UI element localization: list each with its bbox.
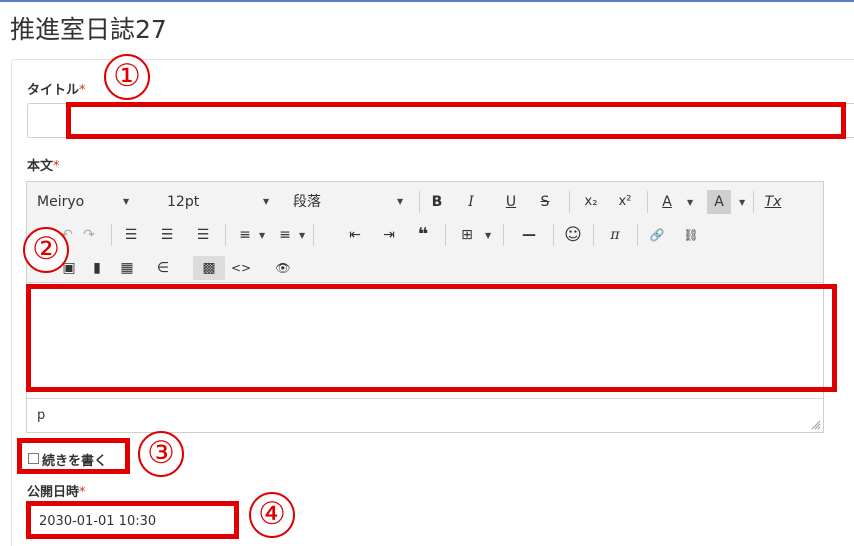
chevron-down-icon: ▼	[739, 198, 746, 207]
toolbar-separator	[647, 191, 648, 213]
superscript-button[interactable]: x²	[613, 190, 637, 214]
align-right-icon[interactable]: ☰	[191, 223, 215, 247]
toolbar-separator	[593, 224, 594, 246]
font-family-select[interactable]: Meiryo ▼	[37, 190, 137, 214]
align-center-icon[interactable]: ☰	[155, 223, 179, 247]
numbered-list-icon[interactable]: ≡	[273, 223, 297, 247]
block-format-select[interactable]: 段落 ▼	[293, 190, 413, 214]
attachment-icon[interactable]: ∈	[151, 256, 175, 280]
horizontal-rule-icon[interactable]: —	[517, 223, 541, 247]
subscript-button[interactable]: x₂	[579, 190, 603, 214]
chevron-down-icon: ▼	[123, 197, 130, 206]
chevron-down-icon: ▼	[299, 231, 306, 240]
strikethrough-button[interactable]: S	[533, 190, 557, 214]
resize-handle-icon[interactable]	[811, 420, 821, 430]
annotation-number-2: ②	[23, 227, 69, 273]
highlight-box-body	[26, 284, 837, 392]
redo-icon[interactable]: ↷	[77, 223, 101, 247]
toolbar-separator	[445, 224, 446, 246]
editor-status-bar: p	[27, 398, 823, 432]
chevron-down-icon: ▼	[485, 231, 492, 240]
highlight-box-title	[66, 102, 846, 139]
link-icon[interactable]: 🔗	[645, 223, 669, 247]
highlight-box-date	[26, 501, 239, 539]
indent-icon[interactable]: ⇥	[377, 223, 401, 247]
preview-icon[interactable]: 👁	[271, 256, 295, 280]
element-path[interactable]: p	[37, 408, 45, 423]
required-mark: *	[79, 83, 86, 98]
font-family-value: Meiryo	[37, 194, 85, 210]
required-mark: *	[79, 485, 86, 500]
block-format-value: 段落	[293, 194, 321, 210]
emoticon-icon[interactable]: ☺	[561, 223, 585, 247]
math-icon[interactable]: π	[603, 223, 627, 247]
font-size-select[interactable]: 12pt ▼	[167, 190, 277, 214]
publish-date-label-text: 公開日時	[27, 485, 80, 500]
bold-button[interactable]: B	[425, 190, 449, 214]
annotation-number-1: ①	[104, 54, 150, 100]
underline-button[interactable]: U	[499, 190, 523, 214]
body-label-text: 本文	[27, 159, 54, 174]
toolbar-separator	[313, 224, 314, 246]
blockquote-icon[interactable]: ❝	[411, 223, 435, 247]
annotation-number-4: ④	[249, 492, 295, 538]
body-label: 本文*	[27, 155, 60, 174]
highlight-box-continue	[17, 438, 130, 474]
clear-format-button[interactable]: Tx	[761, 190, 785, 214]
font-size-value: 12pt	[167, 194, 200, 210]
toolbar-separator	[753, 191, 754, 213]
text-color-button[interactable]: A	[655, 190, 679, 214]
page-title: 推進室日誌27	[10, 15, 167, 44]
title-label: タイトル*	[27, 79, 86, 98]
annotation-number-3: ③	[138, 431, 184, 477]
italic-button[interactable]: I	[459, 190, 483, 214]
table-icon[interactable]: ⊞	[455, 223, 479, 247]
outdent-icon[interactable]: ⇤	[343, 223, 367, 247]
chevron-down-icon: ▼	[263, 197, 270, 206]
toolbar-separator	[553, 224, 554, 246]
toolbar-separator	[637, 224, 638, 246]
toolbar-separator	[419, 191, 420, 213]
template-icon[interactable]: ▮	[85, 256, 109, 280]
code-icon[interactable]: <>	[229, 256, 253, 280]
toolbar-separator	[111, 224, 112, 246]
toolbar-separator	[503, 224, 504, 246]
background-color-button[interactable]: A	[707, 190, 731, 214]
align-left-icon[interactable]: ☰	[119, 223, 143, 247]
toolbar-separator	[225, 224, 226, 246]
paste-as-text-icon[interactable]: ▩	[193, 256, 225, 280]
unlink-icon[interactable]: ⛓	[679, 223, 703, 247]
chevron-down-icon: ▼	[259, 231, 266, 240]
chevron-down-icon: ▼	[397, 197, 404, 206]
bullet-list-icon[interactable]: ≡	[233, 223, 257, 247]
toolbar-separator	[569, 191, 570, 213]
title-label-text: タイトル	[27, 83, 80, 98]
publish-date-label: 公開日時*	[27, 481, 86, 500]
required-mark: *	[53, 159, 60, 174]
editor-toolbar: Meiryo ▼ 12pt ▼ 段落 ▼ B I U S x₂ x² A ▼ A…	[27, 182, 823, 283]
chevron-down-icon: ▼	[687, 198, 694, 207]
top-accent-line	[0, 0, 854, 2]
image-icon[interactable]: ▦	[115, 256, 139, 280]
